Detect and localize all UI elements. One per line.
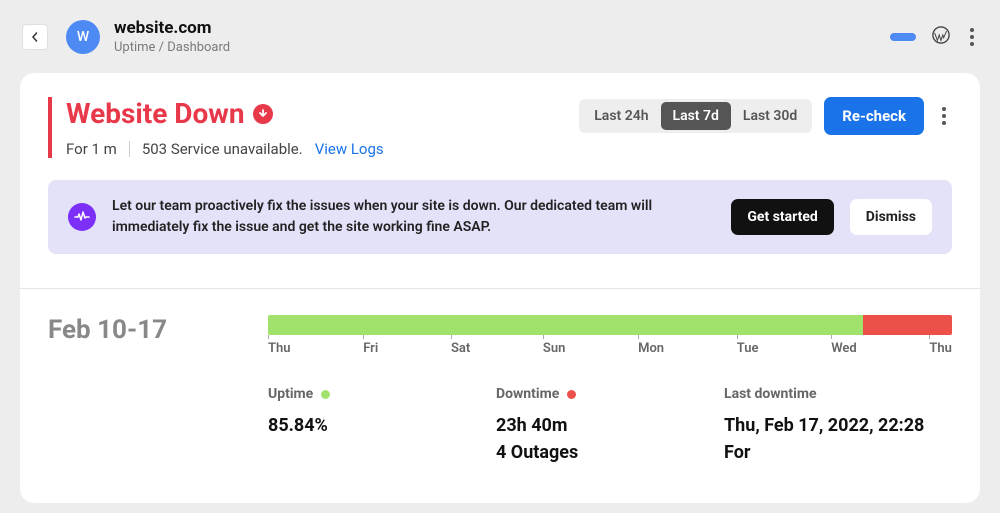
section-divider xyxy=(20,288,980,289)
tick-label: Thu xyxy=(268,341,291,356)
down-arrow-icon xyxy=(253,104,273,124)
last-downtime-for: For xyxy=(724,439,952,466)
time-range-group: Last 24h Last 7d Last 30d xyxy=(579,99,812,133)
time-range-7d[interactable]: Last 7d xyxy=(661,102,731,130)
bar-segment-red xyxy=(863,315,952,335)
tick-label: Mon xyxy=(638,341,664,356)
get-started-button[interactable]: Get started xyxy=(731,199,833,235)
last-downtime-label: Last downtime xyxy=(724,386,952,402)
tick-label: Fri xyxy=(363,341,378,356)
wordpress-icon[interactable] xyxy=(932,26,950,48)
recheck-button[interactable]: Re-check xyxy=(824,97,924,135)
dismiss-button[interactable]: Dismiss xyxy=(850,199,932,235)
tick-label: Wed xyxy=(831,341,857,356)
site-title: website.com xyxy=(114,18,230,38)
downtime-label: Downtime xyxy=(496,386,559,402)
tick-label: Sat xyxy=(451,341,470,356)
chevron-left-icon xyxy=(30,32,40,42)
divider xyxy=(129,141,130,157)
card-more-menu[interactable] xyxy=(936,101,952,131)
tick-label: Sun xyxy=(543,341,565,356)
time-range-24h[interactable]: Last 24h xyxy=(582,102,660,130)
last-downtime-time: Thu, Feb 17, 2022, 22:28 xyxy=(724,412,952,439)
site-avatar: W xyxy=(66,20,100,54)
bar-segment-green xyxy=(268,315,863,335)
downtime-duration: 23h 40m xyxy=(496,412,724,439)
uptime-label: Uptime xyxy=(268,386,313,402)
top-bar: W website.com Uptime / Dashboard xyxy=(0,0,1000,73)
time-range-30d[interactable]: Last 30d xyxy=(731,102,809,130)
dot-green-icon xyxy=(321,390,330,399)
banner-text: Let our team proactively fix the issues … xyxy=(112,196,715,238)
status-title: Website Down xyxy=(66,97,384,130)
timeline-ticks: Thu Fri Sat Sun Mon Tue Wed Thu xyxy=(268,341,952,356)
breadcrumb: Uptime / Dashboard xyxy=(114,40,230,55)
back-button[interactable] xyxy=(22,24,48,50)
view-logs-link[interactable]: View Logs xyxy=(315,140,384,158)
uptime-bar xyxy=(268,315,952,335)
heartbeat-icon xyxy=(68,203,96,231)
status-pill xyxy=(890,33,916,41)
status-duration: For 1 m xyxy=(66,140,117,158)
date-range: Feb 10-17 xyxy=(48,315,268,466)
uptime-value: 85.84% xyxy=(268,412,496,439)
dot-red-icon xyxy=(567,390,576,399)
downtime-outages: 4 Outages xyxy=(496,439,724,466)
tick-label: Tue xyxy=(737,341,759,356)
more-menu[interactable] xyxy=(966,24,978,50)
tick-label: Thu xyxy=(929,341,952,356)
status-error: 503 Service unavailable. xyxy=(142,140,303,158)
dashboard-card: Website Down For 1 m 503 Service unavail… xyxy=(20,73,980,503)
promo-banner: Let our team proactively fix the issues … xyxy=(48,180,952,254)
